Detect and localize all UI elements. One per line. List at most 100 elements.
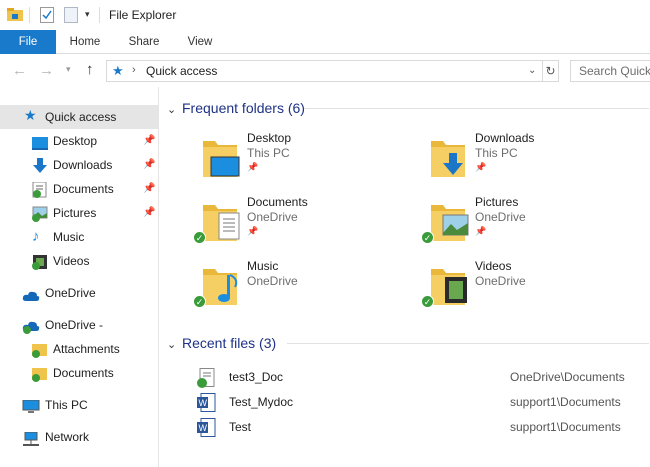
- svg-text:W: W: [199, 423, 208, 433]
- sync-check-icon: ✓: [193, 295, 206, 308]
- folder-name: Videos: [475, 259, 512, 273]
- sidebar-item-attachments[interactable]: Attachments: [0, 337, 158, 361]
- folder-location: OneDrive: [475, 210, 526, 224]
- navigation-pane[interactable]: ★ Quick access Desktop 📌 Downloads 📌 Doc…: [0, 87, 158, 467]
- file-name: test3_Doc: [229, 370, 284, 384]
- pin-icon: 📌: [247, 162, 259, 172]
- recent-file-row[interactable]: W Test support1\Documents: [197, 415, 647, 439]
- documents-icon: [32, 181, 48, 198]
- sidebar-item-quick-access[interactable]: ★ Quick access: [0, 105, 158, 129]
- video-film-icon: [32, 254, 48, 270]
- breadcrumb-separator-icon[interactable]: ›: [132, 64, 136, 76]
- folder-location: This PC: [247, 146, 290, 160]
- folder-name: Desktop: [247, 131, 292, 145]
- divider: [99, 7, 100, 23]
- folder-tile-videos[interactable]: ✓ Videos OneDrive: [421, 257, 649, 317]
- sidebar-item-label: Network: [45, 430, 90, 444]
- group-divider: [287, 343, 649, 344]
- sidebar-item-onedrive-documents[interactable]: Documents: [0, 361, 158, 385]
- title-bar: ▾ File Explorer: [0, 0, 650, 30]
- sync-check-icon: ✓: [193, 231, 206, 244]
- recent-files-header[interactable]: ⌄ Recent files (3): [167, 333, 276, 353]
- refresh-icon: ↻: [545, 64, 556, 78]
- sidebar-item-label: Attachments: [53, 342, 120, 356]
- pin-icon: 📌: [475, 226, 487, 236]
- pin-icon[interactable]: 📌: [143, 177, 155, 201]
- properties-icon[interactable]: [40, 7, 54, 23]
- sidebar-item-onedrive[interactable]: OneDrive: [0, 281, 158, 305]
- folder-tile-pictures[interactable]: ✓ Pictures OneDrive 📌: [421, 193, 649, 253]
- recent-file-row[interactable]: W Test_Mydoc support1\Documents: [197, 390, 647, 414]
- download-arrow-icon: [32, 158, 48, 173]
- tab-share[interactable]: Share: [122, 30, 166, 54]
- star-icon: ★: [112, 63, 124, 78]
- pictures-folder-icon: [431, 205, 469, 241]
- sidebar-item-network[interactable]: Network: [0, 425, 158, 449]
- pin-icon: 📌: [475, 162, 487, 172]
- content-pane[interactable]: ⌄ Frequent folders (6) Desktop This PC 📌 …: [158, 87, 650, 467]
- sidebar-item-label: OneDrive -: [45, 318, 104, 332]
- up-arrow-icon[interactable]: ↑: [86, 61, 94, 78]
- breadcrumb-quick-access[interactable]: Quick access: [146, 64, 217, 78]
- folder-name: Downloads: [475, 131, 535, 145]
- word-document-icon: W: [197, 393, 216, 412]
- folder-tile-documents[interactable]: ✓ Documents OneDrive 📌: [193, 193, 421, 253]
- folder-name: Pictures: [475, 195, 519, 209]
- back-arrow-icon[interactable]: ←: [12, 62, 27, 79]
- folder-tile-downloads[interactable]: Downloads This PC 📌: [429, 129, 649, 189]
- svg-text:W: W: [199, 398, 208, 408]
- tab-home[interactable]: Home: [62, 30, 108, 54]
- sidebar-item-this-pc[interactable]: This PC: [0, 393, 158, 417]
- tab-file[interactable]: File: [0, 30, 56, 54]
- tab-view[interactable]: View: [180, 30, 220, 54]
- file-explorer-app-icon[interactable]: [7, 7, 23, 21]
- downloads-folder-icon: [431, 141, 465, 177]
- sidebar-item-label: Pictures: [53, 206, 97, 220]
- chevron-down-icon[interactable]: ⌄: [167, 335, 179, 355]
- sidebar-item-downloads[interactable]: Downloads 📌: [0, 153, 158, 177]
- pin-icon[interactable]: 📌: [143, 201, 155, 225]
- folder-location: OneDrive: [475, 274, 526, 288]
- refresh-button[interactable]: ↻: [542, 60, 559, 82]
- sidebar-item-label: Music: [53, 230, 85, 244]
- pin-icon: 📌: [247, 226, 259, 236]
- address-bar[interactable]: ★ › Quick access ⌄: [106, 60, 543, 82]
- forward-arrow-icon[interactable]: →: [39, 62, 54, 79]
- folder-tile-music[interactable]: ✓ Music OneDrive: [193, 257, 421, 317]
- customize-toolbar-chevron-icon[interactable]: ▾: [85, 9, 90, 20]
- frequent-folders-header[interactable]: ⌄ Frequent folders (6): [167, 98, 305, 118]
- folder-tile-desktop[interactable]: Desktop This PC 📌: [201, 129, 421, 189]
- sidebar-item-label: OneDrive: [45, 286, 96, 300]
- file-location: support1\Documents: [510, 395, 621, 409]
- recent-locations-chevron-icon[interactable]: ▾: [66, 64, 71, 75]
- file-location: support1\Documents: [510, 420, 621, 434]
- pin-icon[interactable]: 📌: [143, 153, 155, 177]
- music-note-icon: ♪: [32, 228, 40, 245]
- group-title: Frequent folders (6): [182, 100, 305, 116]
- word-document-icon: W: [197, 418, 216, 437]
- file-name: Test: [229, 420, 252, 434]
- folder-name: Music: [247, 259, 279, 273]
- address-dropdown-chevron-icon[interactable]: ⌄: [528, 65, 536, 76]
- sidebar-item-music[interactable]: ♪ Music: [0, 225, 158, 249]
- desktop-folder-icon: [203, 141, 240, 177]
- sidebar-item-documents[interactable]: Documents 📌: [0, 177, 158, 201]
- divider: [29, 7, 30, 23]
- folder-name: Documents: [247, 195, 308, 209]
- computer-icon: [22, 398, 40, 413]
- sidebar-item-onedrive-business[interactable]: OneDrive -: [0, 313, 158, 337]
- sidebar-item-label: This PC: [45, 398, 88, 412]
- desktop-icon: [32, 134, 48, 150]
- music-folder-icon: [203, 269, 238, 305]
- search-input[interactable]: Search Quick access: [570, 60, 650, 82]
- chevron-down-icon[interactable]: ⌄: [167, 100, 179, 120]
- new-folder-icon[interactable]: [64, 7, 78, 23]
- sidebar-item-videos[interactable]: Videos: [0, 249, 158, 273]
- group-title: Recent files (3): [182, 335, 277, 351]
- documents-folder-icon: [203, 205, 240, 241]
- recent-file-row[interactable]: test3_Doc OneDrive\Documents: [197, 365, 647, 389]
- text-document-icon: [197, 368, 215, 388]
- pin-icon[interactable]: 📌: [143, 129, 155, 153]
- sidebar-item-desktop[interactable]: Desktop 📌: [0, 129, 158, 153]
- sidebar-item-pictures[interactable]: Pictures 📌: [0, 201, 158, 225]
